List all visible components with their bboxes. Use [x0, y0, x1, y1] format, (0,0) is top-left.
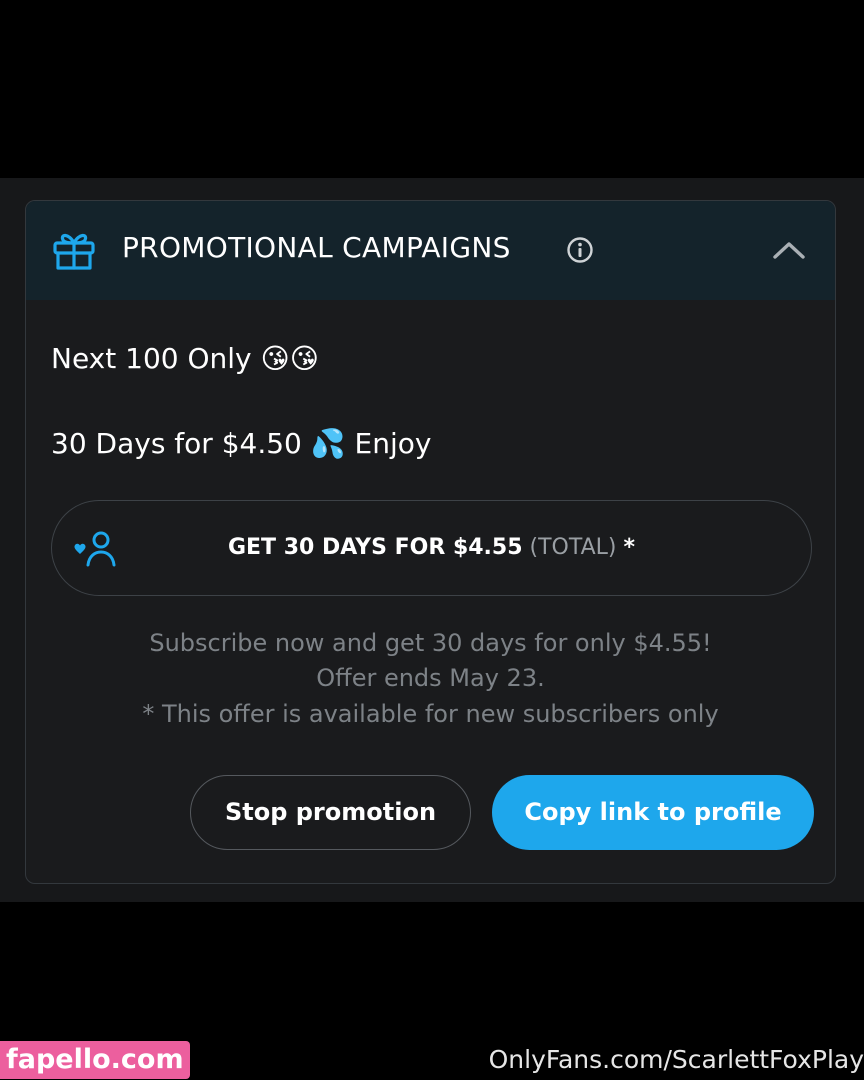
- chevron-up-icon[interactable]: [769, 233, 809, 267]
- info-icon[interactable]: [566, 236, 594, 264]
- offer-label: GET 30 DAYS FOR $4.55 (TOTAL) *: [52, 501, 811, 594]
- watermark-left: fapello.com: [0, 1041, 190, 1079]
- offer-note-subscribe: Subscribe now and get 30 days for only $…: [149, 629, 712, 657]
- offer-asterisk: *: [623, 535, 636, 560]
- offer-note-ends: Offer ends May 23.: [316, 664, 545, 692]
- watermark-right: OnlyFans.com/ScarlettFoxPlay: [488, 1045, 864, 1074]
- card-title: PROMOTIONAL CAMPAIGNS: [122, 231, 511, 264]
- get-offer-button[interactable]: GET 30 DAYS FOR $4.55 (TOTAL) *: [51, 500, 812, 596]
- stop-promotion-button[interactable]: Stop promotion: [190, 775, 471, 850]
- promo-description: 30 Days for $4.50 💦 Enjoy: [51, 427, 432, 460]
- page: PROMOTIONAL CAMPAIGNS Next 100 Only 😘😘 3…: [0, 0, 864, 1080]
- copy-link-button[interactable]: Copy link to profile: [492, 775, 814, 850]
- card-header[interactable]: PROMOTIONAL CAMPAIGNS: [26, 201, 835, 300]
- promo-headline: Next 100 Only 😘😘: [51, 342, 319, 375]
- promotional-campaigns-card: PROMOTIONAL CAMPAIGNS Next 100 Only 😘😘 3…: [25, 200, 836, 884]
- gift-icon: [53, 233, 95, 270]
- offer-main-text: GET 30 DAYS FOR $4.55: [227, 535, 523, 560]
- offer-note-eligibility: * This offer is available for new subscr…: [142, 700, 719, 728]
- offer-total-text: (TOTAL): [529, 535, 617, 560]
